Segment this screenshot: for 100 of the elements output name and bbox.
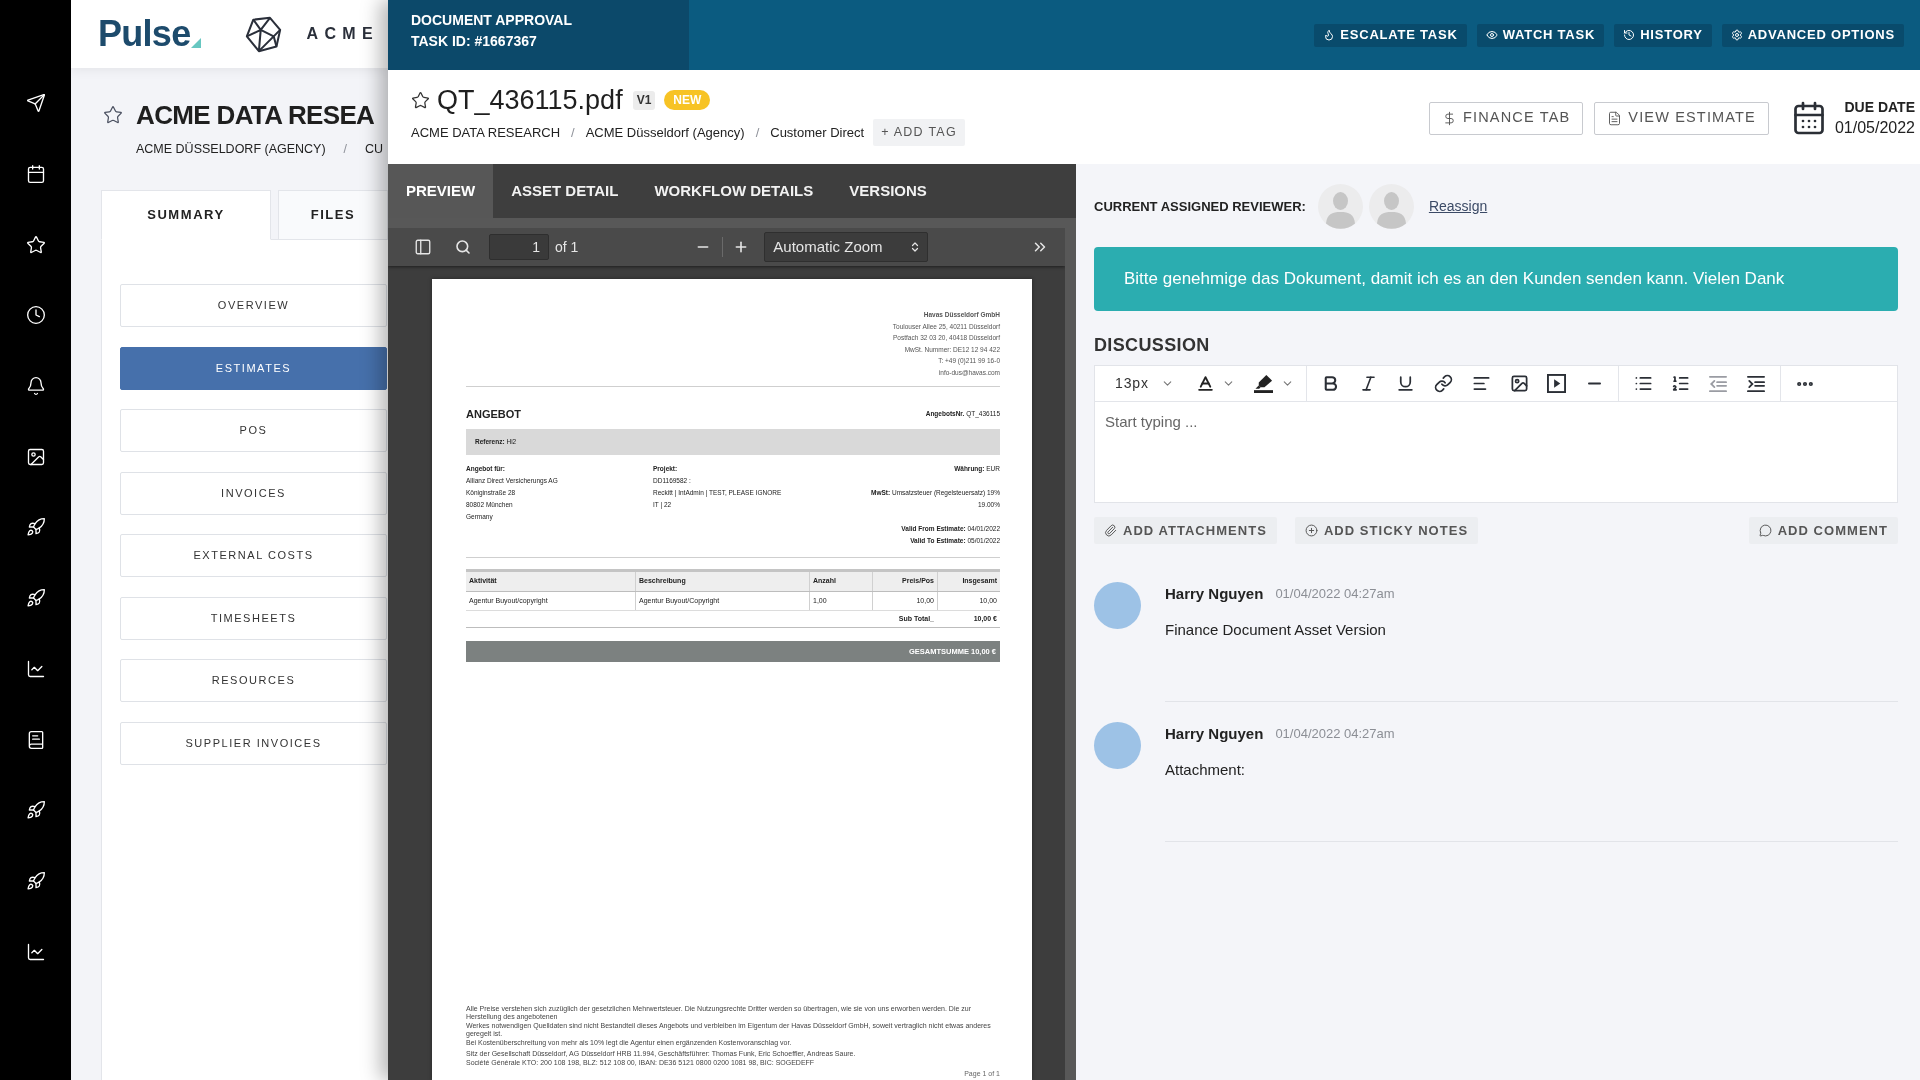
history-icon bbox=[1623, 29, 1636, 41]
version-badge: V1 bbox=[632, 90, 656, 110]
reviewer-label: CURRENT ASSIGNED REVIEWER: bbox=[1094, 197, 1306, 216]
page-number-field[interactable]: 1 bbox=[489, 234, 549, 260]
line-chart-icon[interactable] bbox=[25, 658, 46, 679]
comment-text: Finance Document Asset Version bbox=[1165, 620, 1387, 640]
add-attachments-button[interactable]: ADD ATTACHMENTS bbox=[1094, 517, 1277, 544]
history-button[interactable]: HISTORY bbox=[1614, 23, 1712, 47]
video-icon[interactable] bbox=[1547, 374, 1567, 393]
speech-bubble-icon bbox=[1758, 524, 1772, 537]
comment-time: 01/04/2022 04:27am bbox=[1275, 585, 1395, 604]
bell-icon[interactable] bbox=[25, 376, 46, 397]
calendar-icon[interactable] bbox=[25, 164, 46, 185]
breadcrumb-link[interactable]: ACME Düsseldorf (Agency) bbox=[585, 122, 745, 143]
dollar-icon bbox=[1442, 110, 1457, 126]
avatar-photo-placeholder bbox=[1094, 722, 1141, 769]
indent-icon[interactable] bbox=[1747, 374, 1766, 393]
escalate-task-button[interactable]: ESCALATE TASK bbox=[1314, 23, 1467, 47]
align-left-icon[interactable] bbox=[1471, 374, 1491, 393]
viewer-tab[interactable]: ASSET DETAIL bbox=[493, 164, 637, 218]
comment-input-field[interactable]: Start typing ... bbox=[1095, 402, 1897, 502]
favorite-star-icon[interactable] bbox=[411, 90, 430, 110]
project-nav-button[interactable]: OVERVIEW bbox=[120, 284, 387, 327]
project-tab[interactable]: FILES bbox=[278, 190, 388, 240]
numbered-list-icon[interactable] bbox=[1671, 374, 1691, 393]
message-text: Bitte genehmige das Dokument, damit ich es an den Kunden senden kann. Vielen Dank bbox=[1124, 268, 1785, 291]
favorite-star-icon[interactable] bbox=[103, 105, 123, 125]
task-type: DOCUMENT APPROVAL bbox=[411, 11, 573, 30]
link-icon[interactable] bbox=[1434, 374, 1454, 393]
text-color-button[interactable] bbox=[1195, 374, 1235, 393]
rocket-icon[interactable] bbox=[25, 870, 46, 891]
zoom-select[interactable]: Automatic Zoom bbox=[764, 232, 929, 262]
font-size-select[interactable]: 13px bbox=[1115, 373, 1174, 394]
line-chart-icon[interactable] bbox=[25, 941, 46, 962]
breadcrumb-link[interactable]: ACME DATA RESEARCH bbox=[411, 122, 561, 143]
add-tag-button[interactable]: + ADD TAG bbox=[873, 119, 965, 146]
pdf-heading: ANGEBOT bbox=[466, 406, 521, 422]
breadcrumb-separator: / bbox=[343, 140, 348, 158]
underline-icon[interactable] bbox=[1396, 374, 1416, 393]
comment-time: 01/04/2022 04:27am bbox=[1275, 725, 1395, 744]
project-tab[interactable]: SUMMARY bbox=[101, 190, 271, 240]
project-nav-button[interactable]: TIMESHEETS bbox=[120, 596, 387, 640]
client-logo-text: ACME bbox=[306, 24, 380, 44]
flame-icon bbox=[1323, 29, 1336, 41]
viewer-tab[interactable]: PREVIEW bbox=[388, 164, 494, 218]
star-icon[interactable] bbox=[25, 234, 46, 255]
project-nav-button[interactable]: EXTERNAL COSTS bbox=[120, 534, 387, 577]
document-icon bbox=[1607, 110, 1623, 126]
due-date-label: DUE DATE bbox=[1844, 98, 1915, 117]
highlighter-icon bbox=[1252, 374, 1274, 393]
clock-icon[interactable] bbox=[25, 305, 46, 326]
sidebar-toggle-icon[interactable] bbox=[414, 238, 432, 256]
new-badge: NEW bbox=[664, 90, 711, 110]
text-color-icon bbox=[1195, 374, 1215, 393]
logo-triangle-icon bbox=[191, 38, 202, 48]
rocket-icon[interactable] bbox=[25, 517, 46, 538]
breadcrumb-link[interactable]: ACME DÜSSELDORF (AGENCY) bbox=[136, 139, 326, 159]
comment-text: Attachment: bbox=[1165, 760, 1247, 780]
project-nav-button[interactable]: ESTIMATES bbox=[120, 346, 387, 390]
task-id: TASK ID: #1667367 bbox=[411, 32, 538, 51]
breadcrumb-link[interactable]: CU bbox=[365, 139, 384, 159]
eye-icon bbox=[1485, 29, 1498, 41]
comment-author: Harry Nguyen bbox=[1165, 723, 1264, 744]
project-nav-button[interactable]: POS bbox=[120, 409, 387, 452]
file-name: QT_436115.pdf bbox=[437, 84, 623, 116]
plus-circle-icon bbox=[1304, 524, 1318, 537]
viewer-tab[interactable]: WORKFLOW DETAILS bbox=[636, 164, 832, 218]
page-count: of 1 bbox=[555, 237, 579, 257]
breadcrumb-link[interactable]: Customer Direct bbox=[770, 122, 865, 143]
add-comment-button[interactable]: ADD COMMENT bbox=[1748, 517, 1898, 544]
avatar-silhouette-icon bbox=[1368, 184, 1414, 229]
paperclip-icon bbox=[1104, 524, 1117, 537]
breadcrumb-separator: / bbox=[571, 123, 575, 142]
advanced-options-button[interactable]: ADVANCED OPTIONS bbox=[1721, 23, 1904, 47]
project-nav-button[interactable]: SUPPLIER INVOICES bbox=[120, 721, 387, 765]
avatar-photo-placeholder bbox=[1094, 582, 1141, 629]
view-estimate-button[interactable]: VIEW ESTIMATE bbox=[1594, 101, 1769, 135]
search-icon[interactable] bbox=[455, 239, 471, 255]
watch-task-button[interactable]: WATCH TASK bbox=[1476, 23, 1605, 47]
image-icon[interactable] bbox=[1509, 374, 1529, 393]
project-nav-button[interactable]: RESOURCES bbox=[120, 659, 387, 702]
comment-author: Harry Nguyen bbox=[1165, 583, 1264, 604]
polyhedron-logo-icon bbox=[245, 15, 283, 53]
viewer-tab[interactable]: VERSIONS bbox=[831, 164, 945, 218]
logo-wordmark: Pulse bbox=[98, 13, 191, 55]
due-date-value: 01/05/2022 bbox=[1834, 118, 1915, 138]
highlight-color-button[interactable] bbox=[1252, 374, 1294, 393]
breadcrumb-separator: / bbox=[755, 123, 760, 142]
project-nav-button[interactable]: INVOICES bbox=[120, 471, 387, 515]
rocket-icon[interactable] bbox=[25, 588, 46, 609]
discussion-heading: DISCUSSION bbox=[1094, 334, 1211, 357]
image-icon[interactable] bbox=[25, 446, 46, 467]
avatar-silhouette-icon bbox=[1317, 184, 1363, 229]
bullet-list-icon[interactable] bbox=[1633, 374, 1653, 393]
project-title: ACME DATA RESEA bbox=[136, 100, 375, 130]
finance-tab-button[interactable]: FINANCE TAB bbox=[1429, 101, 1584, 135]
reassign-link[interactable]: Reassign bbox=[1428, 196, 1488, 217]
add-sticky-notes-button[interactable]: ADD STICKY NOTES bbox=[1294, 517, 1479, 544]
rocket-icon[interactable] bbox=[25, 800, 46, 821]
send-icon[interactable] bbox=[25, 93, 46, 114]
